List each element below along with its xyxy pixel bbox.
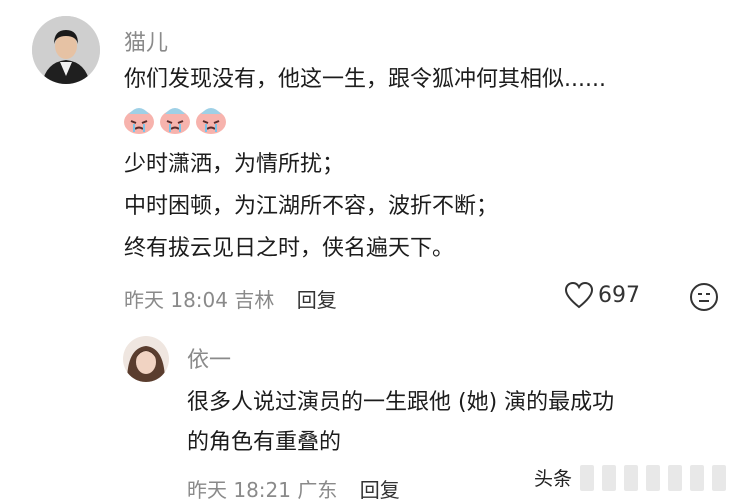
watermark-bar <box>580 465 594 491</box>
avatar[interactable] <box>32 16 100 84</box>
like-count: 697 <box>598 282 640 308</box>
comment-meta: 昨天 18:04 吉林 回复 <box>124 284 337 313</box>
reply-reply-button[interactable]: 回复 <box>360 478 400 502</box>
crying-face-emoji <box>160 108 190 134</box>
comment-line-2: 少时潇洒，为情所扰； <box>124 152 345 177</box>
heart-icon <box>564 281 594 309</box>
watermark-bar <box>690 465 704 491</box>
like-button[interactable]: 697 <box>564 281 640 309</box>
reply-username[interactable]: 依一 <box>187 342 231 374</box>
reply-button[interactable]: 回复 <box>297 288 337 312</box>
crying-face-emoji <box>196 108 226 134</box>
comment-line-1: 你们发现没有，他这一生，跟令狐冲何其相似...... <box>124 67 606 92</box>
comment-line-3: 中时困顿，为江湖所不容，波折不断； <box>124 194 499 219</box>
watermark-bar <box>602 465 616 491</box>
comment-location: 吉林 <box>234 288 275 312</box>
watermark-bar <box>646 465 660 491</box>
comment-time: 昨天 18:04 <box>124 288 228 312</box>
reply-line-2: 的角色有重叠的 <box>187 430 342 455</box>
face-icon <box>690 283 718 311</box>
reply-avatar[interactable] <box>123 336 169 382</box>
watermark-bar <box>668 465 682 491</box>
emoji-row <box>122 102 228 136</box>
comment-username[interactable]: 猫儿 <box>124 25 168 57</box>
watermark-bar <box>624 465 638 491</box>
watermark: 头条 <box>520 456 750 504</box>
reply-line-1: 很多人说过演员的一生跟他 (她) 演的最成功 <box>187 390 615 415</box>
watermark-text: 头条 <box>534 468 573 490</box>
emoji-react-button[interactable] <box>689 282 719 316</box>
reply-location: 广东 <box>297 478 338 502</box>
watermark-bar <box>712 465 726 491</box>
reply-time: 昨天 18:21 <box>187 478 291 502</box>
comment-line-4: 终有拔云见日之时，侠名遍天下。 <box>124 236 455 261</box>
crying-face-emoji <box>124 108 154 134</box>
reply-meta: 昨天 18:21 广东 回复 <box>187 474 400 503</box>
